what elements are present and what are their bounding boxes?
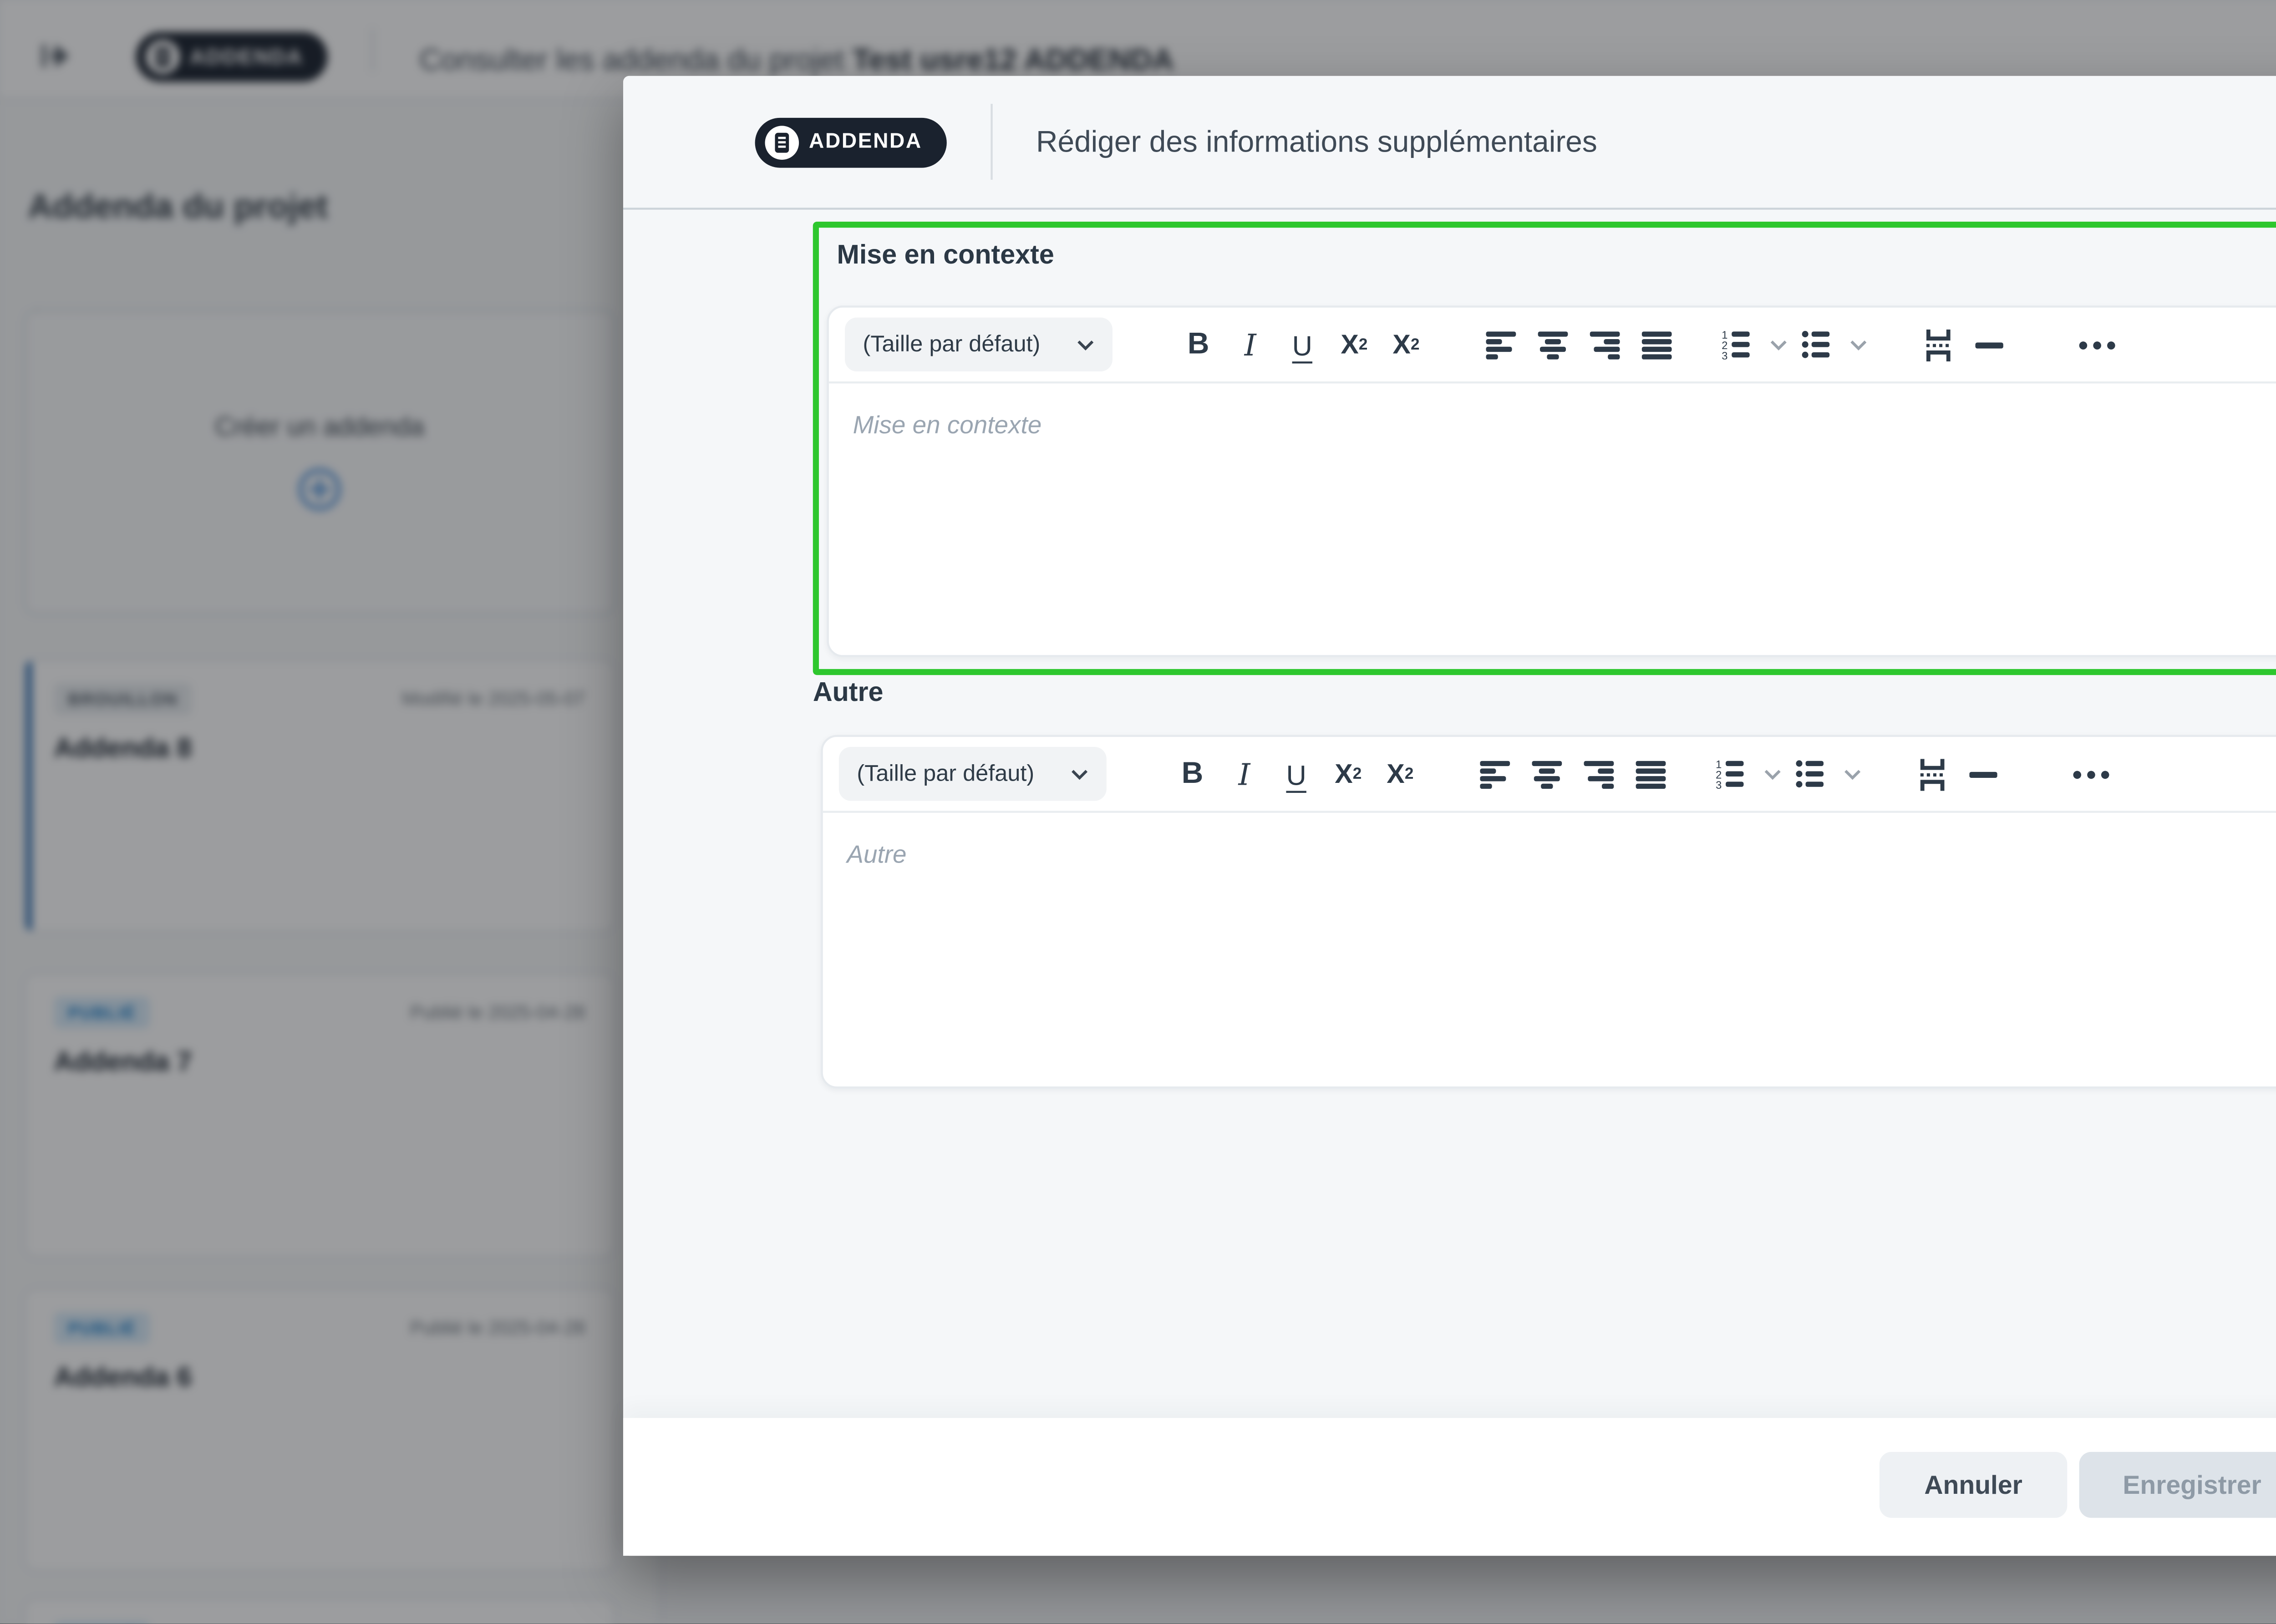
superscript-x: X	[1387, 759, 1405, 789]
underline-button[interactable]: U	[1270, 746, 1322, 802]
superscript-2: 2	[1405, 765, 1414, 783]
superscript-x: X	[1392, 330, 1411, 360]
modal-header-divider	[990, 104, 992, 180]
richtext-editor-mise-en-contexte: (Taille par défaut) B I U X2 X2 123	[827, 305, 2276, 657]
screen: ADDENDA Consulter les addenda du projet …	[0, 0, 2276, 1624]
edit-supplementary-info-modal: ADDENDA Rédiger des informations supplém…	[623, 76, 2276, 1556]
more-options-icon[interactable]	[2071, 316, 2123, 372]
subscript-button[interactable]: X2	[1322, 746, 1374, 802]
bullet-list-chevron-icon[interactable]	[1838, 768, 1865, 780]
save-button[interactable]: Enregistrer	[2079, 1452, 2276, 1518]
bullet-list-icon[interactable]	[1786, 746, 1838, 802]
modal-title: Rédiger des informations supplémentaires	[1036, 125, 1597, 159]
bullet-list-icon[interactable]	[1792, 316, 1844, 372]
page-break-icon[interactable]	[1905, 746, 1957, 802]
subscript-2: 2	[1359, 335, 1368, 353]
superscript-2: 2	[1411, 335, 1420, 353]
page-break-icon[interactable]	[1911, 316, 1963, 372]
align-left-icon[interactable]	[1470, 746, 1522, 802]
section-mise-en-contexte: Mise en contexte (Taille par défaut) B I…	[813, 222, 2276, 675]
section-label: Mise en contexte	[837, 240, 1054, 270]
section-label-autre: Autre	[813, 677, 884, 707]
more-options-icon[interactable]	[2065, 746, 2117, 802]
align-center-icon[interactable]	[1528, 316, 1580, 372]
modal-logo: ADDENDA	[755, 117, 946, 167]
richtext-editor-autre: (Taille par défaut) B I U X2 X2 123	[821, 735, 2276, 1089]
editor-placeholder: Autre	[847, 841, 906, 868]
ordered-list-chevron-icon[interactable]	[1758, 768, 1785, 780]
font-size-dropdown-label: (Taille par défaut)	[863, 333, 1041, 357]
superscript-button[interactable]: X2	[1380, 316, 1432, 372]
modal-logo-text: ADDENDA	[809, 130, 922, 154]
superscript-button[interactable]: X2	[1374, 746, 1426, 802]
ordered-list-icon[interactable]: 123	[1712, 316, 1763, 372]
editor-toolbar: (Taille par défaut) B I U X2 X2 123	[829, 308, 2276, 384]
cancel-button[interactable]: Annuler	[1880, 1452, 2067, 1518]
subscript-x: X	[1335, 759, 1353, 789]
bold-button[interactable]: B	[1173, 316, 1224, 372]
font-size-dropdown-label: (Taille par défaut)	[857, 762, 1034, 786]
align-right-icon[interactable]	[1574, 746, 1626, 802]
modal-footer: Annuler Enregistrer	[623, 1418, 2276, 1556]
chevron-down-icon	[1071, 768, 1088, 780]
svg-text:3: 3	[1716, 780, 1722, 789]
underline-button[interactable]: U	[1276, 316, 1328, 372]
subscript-2: 2	[1353, 765, 1362, 783]
ordered-list-icon[interactable]: 123	[1706, 746, 1758, 802]
horizontal-line-icon[interactable]	[1957, 746, 2009, 802]
modal-header: ADDENDA Rédiger des informations supplém…	[623, 76, 2276, 210]
bullet-list-chevron-icon[interactable]	[1844, 339, 1871, 350]
editor-placeholder: Mise en contexte	[853, 411, 1042, 439]
align-justify-icon[interactable]	[1632, 316, 1684, 372]
horizontal-line-icon[interactable]	[1963, 316, 2015, 372]
ordered-list-chevron-icon[interactable]	[1763, 339, 1791, 350]
align-center-icon[interactable]	[1522, 746, 1574, 802]
font-size-dropdown[interactable]: (Taille par défaut)	[839, 747, 1107, 801]
align-right-icon[interactable]	[1580, 316, 1632, 372]
addenda-document-icon	[765, 125, 799, 159]
editor-content-area[interactable]: Autre	[823, 813, 2276, 897]
subscript-x: X	[1341, 330, 1359, 360]
editor-content-area[interactable]: Mise en contexte	[829, 383, 2276, 467]
italic-button[interactable]: I	[1224, 316, 1276, 372]
chevron-down-icon	[1077, 339, 1094, 350]
bold-button[interactable]: B	[1166, 746, 1218, 802]
align-left-icon[interactable]	[1476, 316, 1528, 372]
italic-button[interactable]: I	[1219, 746, 1270, 802]
font-size-dropdown[interactable]: (Taille par défaut)	[845, 318, 1113, 371]
subscript-button[interactable]: X2	[1328, 316, 1380, 372]
editor-toolbar: (Taille par défaut) B I U X2 X2 123	[823, 737, 2276, 813]
align-justify-icon[interactable]	[1626, 746, 1678, 802]
svg-text:3: 3	[1722, 350, 1727, 360]
